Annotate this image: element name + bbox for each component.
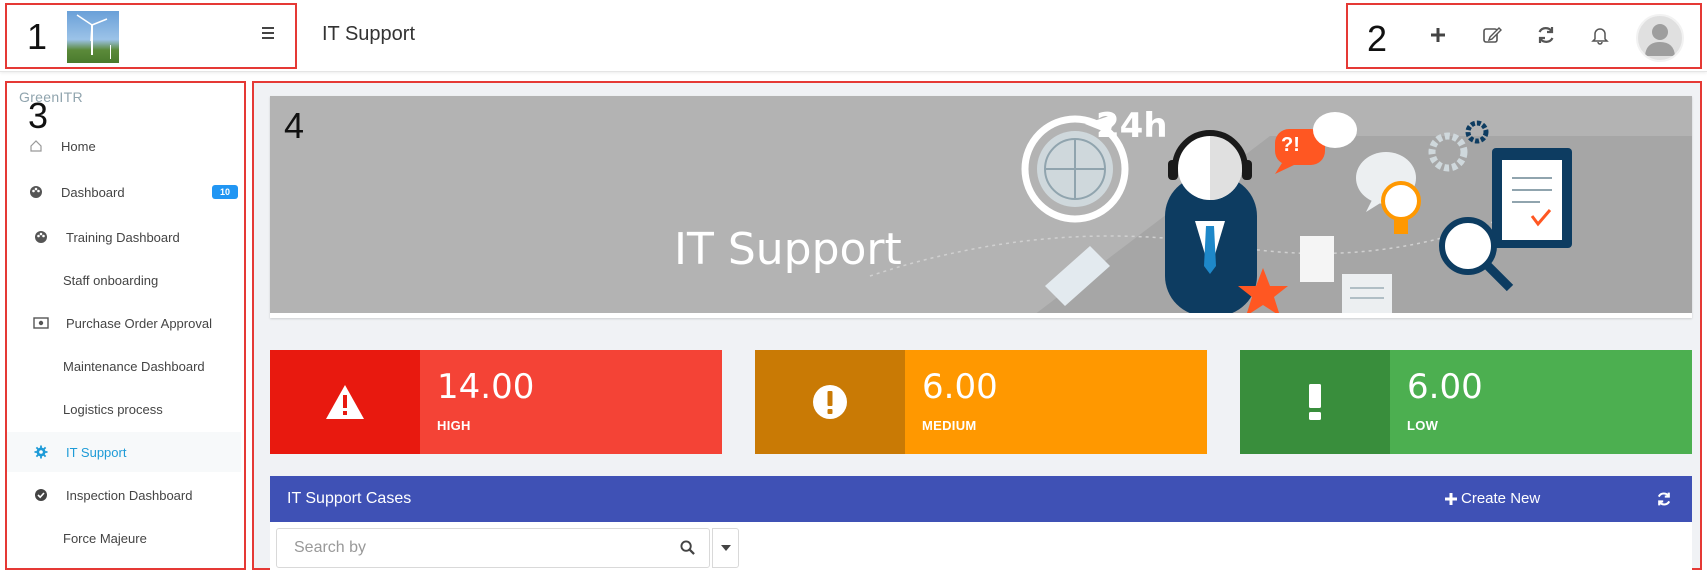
exclamation-icon [1240,350,1390,454]
create-new-button[interactable]: Create New [1445,490,1540,507]
palette-icon [28,184,44,200]
kpi-label: HIGH [437,418,471,433]
refresh-cases-icon[interactable] [1656,491,1674,509]
kpi-label: LOW [1407,418,1439,433]
caret-down-icon [720,545,731,551]
home-icon [28,138,44,154]
top-bar: 1 IT Support 2 [0,0,1707,72]
kpi-card-high[interactable]: 14.00 HIGH [270,350,722,454]
sidebar-item-label: Staff onboarding [63,272,159,288]
company-logo[interactable] [67,11,119,63]
sidebar-item-label: Home [61,138,96,154]
sidebar-item-label: Maintenance Dashboard [63,358,205,374]
kpi-card-low[interactable]: 6.00 LOW [1240,350,1692,454]
cases-header: IT Support Cases Create New [270,476,1692,522]
logo-area: 1 [5,3,297,69]
sidebar-item-label: Dashboard [61,184,125,200]
main-content: IT Support 24h ?! 4 14.00 HIGH 6.00 MEDI… [252,81,1702,572]
bell-icon[interactable] [1585,20,1615,50]
banner-title: IT Support [674,224,902,275]
sidebar-item-label: Logistics process [63,401,163,417]
support-illustration [869,112,1692,313]
plus-icon [1445,492,1457,505]
edit-icon[interactable] [1477,20,1507,50]
exclamation-circle-icon [755,350,905,454]
kpi-card-medium[interactable]: 6.00 MEDIUM [755,350,1207,454]
sidebar: GreenITR 3 Home Dashboard 10 Training Da… [5,81,246,570]
callout-2: 2 [1367,18,1388,59]
kpi-label: MEDIUM [922,418,977,433]
search-icon[interactable] [680,540,696,556]
callout-4: 4 [284,105,305,146]
sidebar-item-label: IT Support [66,444,127,460]
palette-icon [33,229,49,245]
banner-24h-label: 24h [1096,106,1168,146]
warning-icon [270,350,420,454]
sidebar-item-purchase-order-approval[interactable]: Purchase Order Approval [7,303,241,343]
plus-icon[interactable] [1423,20,1453,50]
kpi-value: 14.00 [437,367,535,407]
sidebar-item-logistics-process[interactable]: Logistics process [7,389,241,429]
callout-1: 1 [27,16,48,57]
sidebar-item-label: Purchase Order Approval [66,315,212,331]
it-support-cases-panel: IT Support Cases Create New [270,476,1692,572]
menu-toggle-icon[interactable] [259,22,279,44]
sidebar-item-staff-onboarding[interactable]: Staff onboarding [7,260,241,300]
search-options-dropdown[interactable] [712,528,739,568]
gear-icon [33,444,49,460]
sidebar-item-it-support[interactable]: IT Support [7,432,241,472]
refresh-icon[interactable] [1531,20,1561,50]
search-box [276,528,710,568]
check-circle-icon [33,487,49,503]
kpi-value: 6.00 [922,367,998,407]
sidebar-item-inspection-dashboard[interactable]: Inspection Dashboard [7,475,241,515]
sidebar-item-force-majeure[interactable]: Force Majeure [7,518,241,558]
sidebar-item-dashboard[interactable]: Dashboard [7,172,241,212]
search-input[interactable] [277,529,677,567]
dashboard-count-badge: 10 [212,185,238,199]
sidebar-item-label: Inspection Dashboard [66,487,193,503]
hero-banner: IT Support 24h ?! 4 [270,96,1692,318]
sidebar-item-label: Training Dashboard [66,229,180,245]
banner-question-bubble: ?! [1281,134,1300,156]
sidebar-item-label: Force Majeure [63,530,147,546]
cases-title: IT Support Cases [287,490,412,507]
money-icon [33,315,49,331]
sidebar-item-home[interactable]: Home [7,126,241,166]
sidebar-item-training-dashboard[interactable]: Training Dashboard [7,217,241,257]
sidebar-item-maintenance-dashboard[interactable]: Maintenance Dashboard [7,346,241,386]
page-title: IT Support [322,23,416,45]
create-new-label: Create New [1461,490,1541,507]
kpi-value: 6.00 [1407,367,1483,407]
avatar[interactable] [1636,14,1684,62]
